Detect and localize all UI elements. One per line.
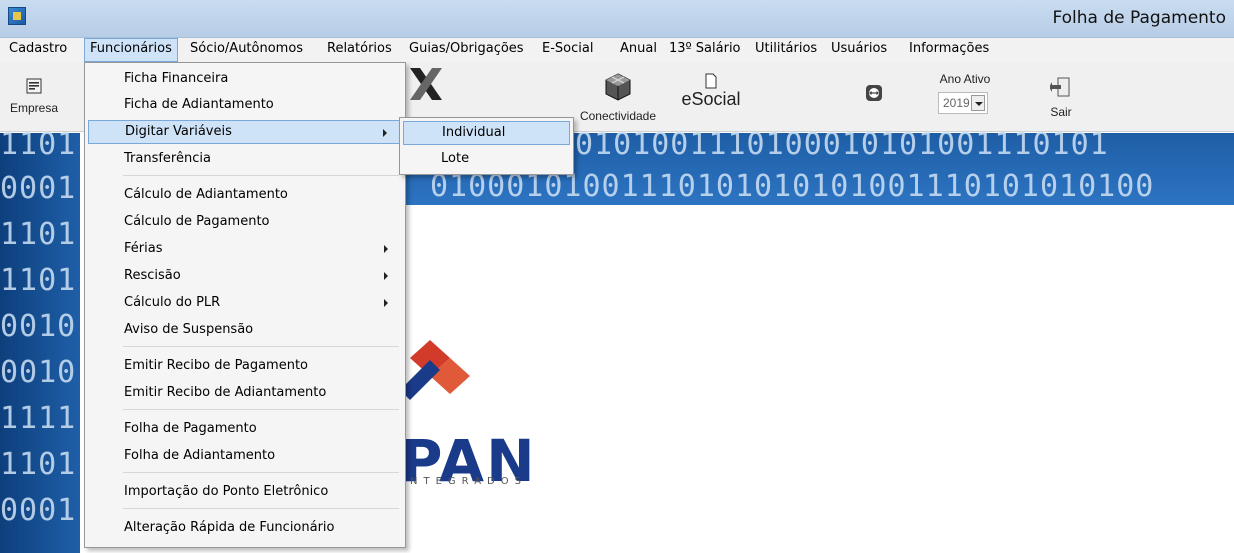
menu-separator — [123, 472, 399, 473]
esocial-button[interactable]: eSocial — [676, 72, 746, 110]
remote-access-icon — [866, 85, 882, 101]
menu-item-alteracao-rapida[interactable]: Alteração Rápida de Funcionário — [88, 516, 402, 540]
binary-row: 0010 — [0, 355, 77, 390]
menu-13-salario[interactable]: 13º Salário — [664, 38, 746, 62]
conectividade-button[interactable]: Conectividade — [573, 72, 663, 123]
x-logo-icon — [410, 68, 442, 100]
menu-item-calculo-plr[interactable]: Cálculo do PLR — [88, 291, 402, 315]
binary-row: 0101001110100010101001110101 — [575, 127, 1109, 162]
menu-e-social[interactable]: E-Social — [537, 38, 598, 62]
ano-ativo-select[interactable]: 2019 — [938, 92, 988, 114]
menu-cadastro[interactable]: Cadastro — [4, 38, 72, 62]
binary-row: 0010 — [0, 309, 77, 344]
teamviewer-button[interactable] — [862, 84, 886, 105]
binary-row: 1101 — [0, 263, 77, 298]
menu-item-label: Rescisão — [124, 268, 181, 283]
menu-anual[interactable]: Anual — [615, 38, 662, 62]
binary-row: 1101 — [0, 447, 77, 482]
cube-icon — [605, 73, 631, 101]
menu-item-label: Férias — [124, 241, 163, 256]
menu-item-aviso-suspensao[interactable]: Aviso de Suspensão — [88, 318, 402, 342]
menu-item-importacao-ponto[interactable]: Importação do Ponto Eletrônico — [88, 480, 402, 504]
menu-item-emitir-recibo-pagamento[interactable]: Emitir Recibo de Pagamento — [88, 354, 402, 378]
chevron-right-icon — [384, 299, 388, 307]
binary-row: 1101 — [0, 127, 77, 162]
menubar: Cadastro Funcionários Sócio/Autônomos Re… — [0, 38, 1234, 62]
menu-item-label: Cálculo do PLR — [124, 295, 221, 310]
menu-item-folha-adiantamento[interactable]: Folha de Adiantamento — [88, 444, 402, 468]
binary-row: 0001 — [0, 171, 77, 206]
menu-item-transferencia[interactable]: Transferência — [88, 147, 402, 171]
menu-relatorios[interactable]: Relatórios — [322, 38, 397, 62]
dropdown-button[interactable] — [971, 95, 985, 111]
window-title: Folha de Pagamento — [1052, 8, 1226, 28]
menu-separator — [123, 508, 399, 509]
menu-utilitarios[interactable]: Utilitários — [750, 38, 822, 62]
menu-socio-autonomos[interactable]: Sócio/Autônomos — [185, 38, 308, 62]
menu-item-calculo-pagamento[interactable]: Cálculo de Pagamento — [88, 210, 402, 234]
menu-separator — [123, 175, 399, 176]
menu-separator — [123, 409, 399, 410]
logo-subtext: NTEGRADOS — [410, 476, 527, 487]
binary-row: 1111 — [0, 401, 77, 436]
logo-mark — [400, 340, 470, 400]
empresa-button[interactable]: Empresa — [4, 78, 64, 115]
binary-banner-left: 1101 0001 1101 1101 0010 0010 1111 1101 … — [0, 127, 80, 553]
chevron-right-icon — [383, 129, 387, 137]
funcionarios-menu: Ficha Financeira Ficha de Adiantamento D… — [84, 62, 406, 548]
exit-door-icon — [1049, 77, 1070, 97]
binary-row: 0001 — [0, 493, 77, 528]
ano-ativo-label: Ano Ativo — [939, 72, 991, 86]
empresa-label: Empresa — [9, 101, 59, 115]
submenu-item-lote[interactable]: Lote — [403, 147, 570, 171]
menu-item-ferias[interactable]: Férias — [88, 237, 402, 261]
menu-separator — [123, 346, 399, 347]
x-button[interactable] — [406, 66, 446, 105]
document-icon — [705, 73, 717, 89]
menu-item-emitir-recibo-adiantamento[interactable]: Emitir Recibo de Adiantamento — [88, 381, 402, 405]
binary-row: 1101 — [0, 217, 77, 252]
menu-funcionarios[interactable]: Funcionários — [84, 38, 178, 62]
menu-item-folha-pagamento[interactable]: Folha de Pagamento — [88, 417, 402, 441]
app-icon — [8, 7, 26, 25]
ano-ativo-group: Ano Ativo 2019 — [930, 72, 1000, 114]
conectividade-label: Conectividade — [579, 109, 657, 123]
menu-item-calculo-adiantamento[interactable]: Cálculo de Adiantamento — [88, 183, 402, 207]
menu-informacoes[interactable]: Informações — [904, 38, 994, 62]
menu-item-rescisao[interactable]: Rescisão — [88, 264, 402, 288]
building-icon — [26, 78, 42, 94]
menu-guias-obrigacoes[interactable]: Guias/Obrigações — [404, 38, 529, 62]
submenu-item-individual[interactable]: Individual — [403, 121, 570, 145]
chevron-right-icon — [384, 272, 388, 280]
chevron-down-icon — [975, 102, 983, 106]
ano-ativo-value: 2019 — [943, 96, 970, 110]
menu-item-digitar-variaveis[interactable]: Digitar Variáveis — [88, 120, 402, 144]
title-bar: Folha de Pagamento — [0, 0, 1234, 38]
menu-item-ficha-financeira[interactable]: Ficha Financeira — [88, 67, 402, 91]
menu-usuarios[interactable]: Usuários — [826, 38, 892, 62]
menu-item-ficha-adiantamento[interactable]: Ficha de Adiantamento — [88, 93, 402, 117]
sair-button[interactable]: Sair — [1038, 76, 1084, 119]
sair-label: Sair — [1050, 105, 1072, 119]
menu-item-label: Digitar Variáveis — [125, 124, 232, 139]
digitar-variaveis-submenu: Individual Lote — [399, 117, 574, 175]
chevron-right-icon — [384, 245, 388, 253]
esocial-label: eSocial — [681, 89, 741, 109]
